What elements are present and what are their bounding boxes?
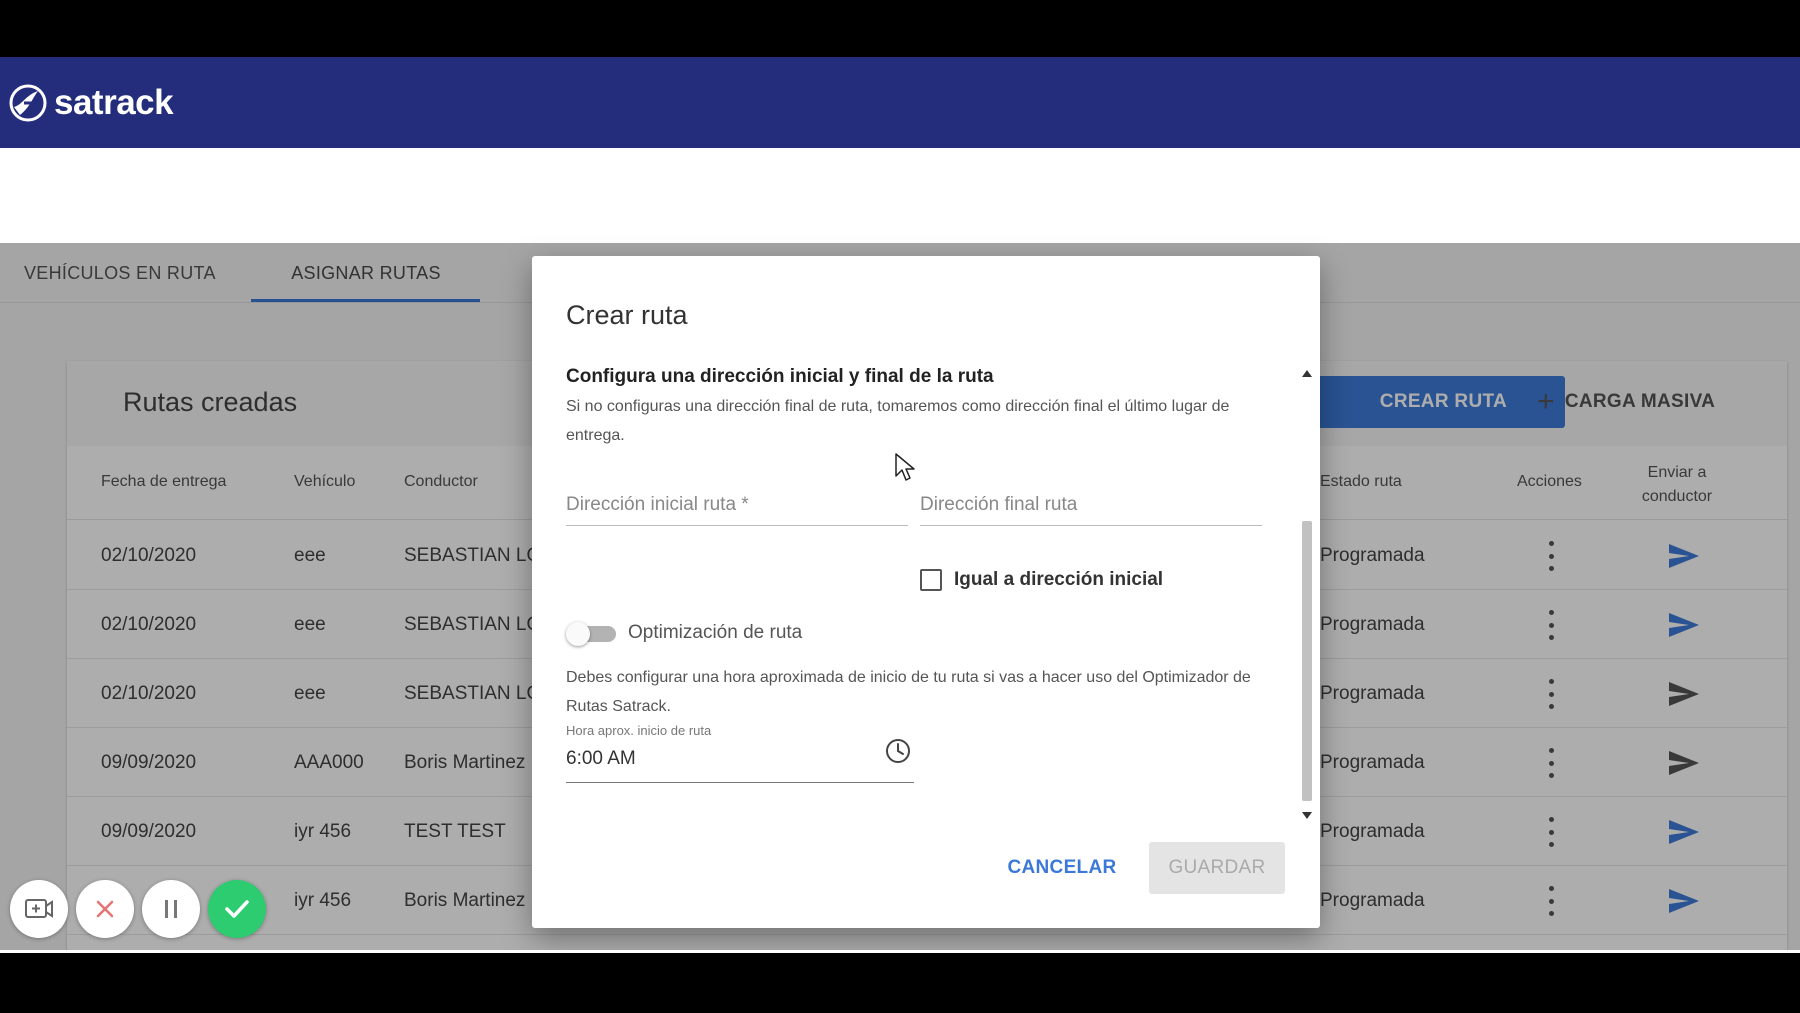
optimization-row: Optimización de ruta	[566, 622, 803, 646]
scroll-up-icon[interactable]	[1302, 370, 1312, 377]
recorder-pause-button[interactable]	[142, 880, 200, 938]
close-icon	[96, 900, 114, 918]
toggle-thumb	[566, 622, 590, 646]
start-address-placeholder: Dirección inicial ruta *	[566, 494, 749, 515]
screen-record-button[interactable]	[10, 880, 68, 938]
same-as-start-row[interactable]: Igual a dirección inicial	[920, 569, 1163, 591]
create-route-dialog: Crear ruta Configura una dirección inici…	[532, 256, 1320, 928]
letterbox-top	[0, 0, 1800, 57]
dialog-description: Si no configuras una dirección final de …	[566, 398, 1230, 444]
recorder-cancel-button[interactable]	[76, 880, 134, 938]
dialog-subtitle: Configura una dirección inicial y final …	[566, 366, 994, 387]
mouse-cursor-icon	[895, 453, 915, 481]
dialog-title: Crear ruta	[566, 300, 688, 330]
same-as-start-label[interactable]: Igual a dirección inicial	[954, 569, 1163, 591]
start-time-field[interactable]: Hora aprox. inicio de ruta 6:00 AM	[566, 723, 914, 783]
screen-frame: satrack VEHÍCULOS EN RUTA ASIGNAR RUTAS …	[0, 0, 1800, 1013]
start-time-label: Hora aprox. inicio de ruta	[566, 723, 712, 738]
satrack-logo-icon	[9, 84, 47, 121]
dialog-body: Configura una dirección inicial y final …	[532, 366, 1300, 818]
save-button[interactable]: GUARDAR	[1149, 842, 1285, 894]
recorder-confirm-button[interactable]	[208, 880, 266, 938]
cancel-button[interactable]: CANCELAR	[997, 844, 1127, 892]
bottom-divider	[0, 950, 1800, 953]
dialog-scrollbar[interactable]	[1297, 366, 1317, 826]
recorder-controls	[10, 880, 266, 938]
optimization-toggle[interactable]	[566, 622, 616, 646]
scrollbar-thumb[interactable]	[1302, 521, 1312, 801]
optimization-label: Optimización de ruta	[628, 622, 803, 643]
end-address-placeholder: Dirección final ruta	[920, 494, 1078, 515]
clock-icon[interactable]	[884, 737, 912, 765]
scroll-down-icon[interactable]	[1302, 812, 1312, 819]
check-icon	[225, 900, 249, 918]
same-as-start-checkbox[interactable]	[920, 569, 942, 591]
start-time-value: 6:00 AM	[566, 748, 636, 769]
toolbar-area	[0, 148, 1800, 243]
end-address-field[interactable]: Dirección final ruta	[920, 486, 1262, 526]
letterbox-bottom	[0, 950, 1800, 1013]
brand-name: satrack	[54, 82, 174, 122]
screen-record-icon	[25, 899, 53, 918]
app-header: satrack	[0, 57, 1800, 148]
optimization-note: Debes configurar una hora aproximada de …	[566, 669, 1251, 715]
start-address-field[interactable]: Dirección inicial ruta *	[566, 486, 908, 526]
pause-icon	[165, 900, 177, 918]
brand-logo[interactable]: satrack	[8, 82, 174, 123]
